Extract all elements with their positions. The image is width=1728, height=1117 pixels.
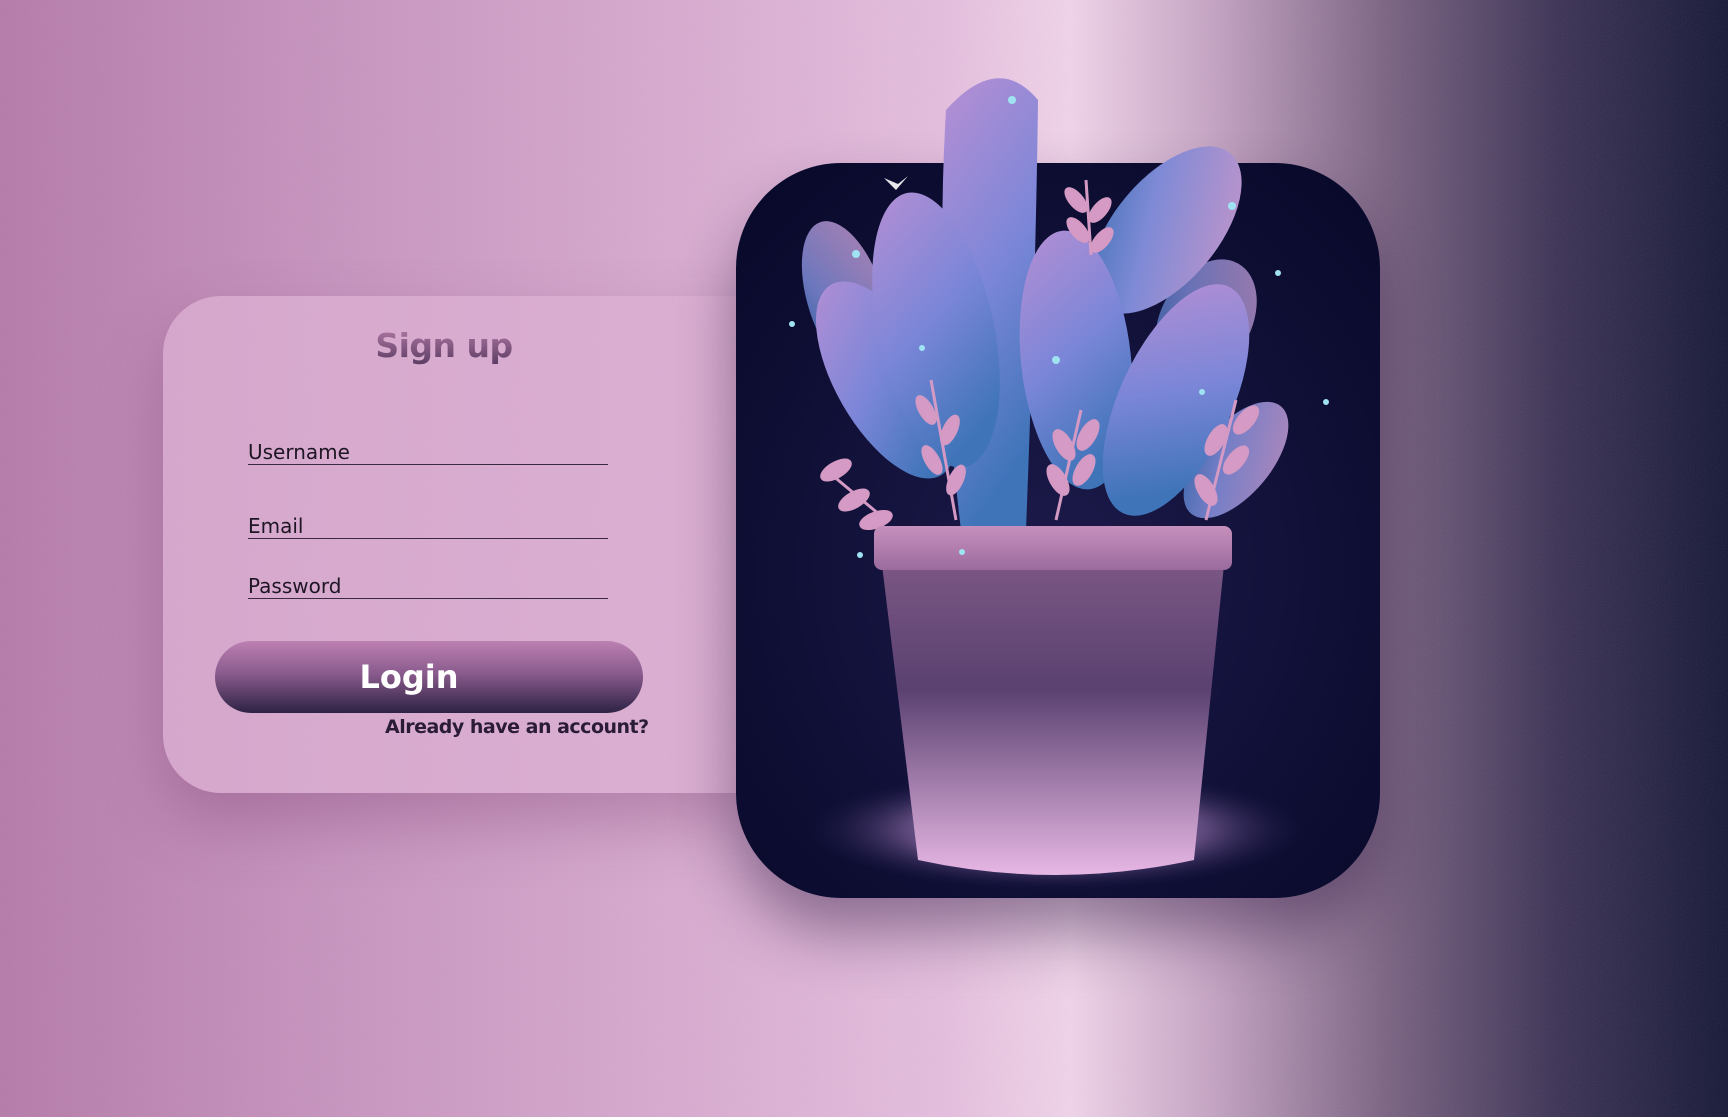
email-field — [248, 506, 608, 539]
signup-card: Sign up Login Already have an account? — [163, 296, 763, 793]
email-input[interactable] — [248, 506, 608, 538]
plant-illustration — [736, 60, 1380, 900]
username-field — [248, 432, 608, 465]
already-have-account-link[interactable]: Already have an account? — [385, 716, 649, 738]
page-title: Sign up — [163, 326, 725, 365]
password-input[interactable] — [248, 566, 608, 598]
password-field — [248, 566, 608, 599]
username-input[interactable] — [248, 432, 608, 464]
login-button[interactable]: Login — [215, 641, 643, 713]
potted-plant-icon — [736, 78, 1380, 898]
